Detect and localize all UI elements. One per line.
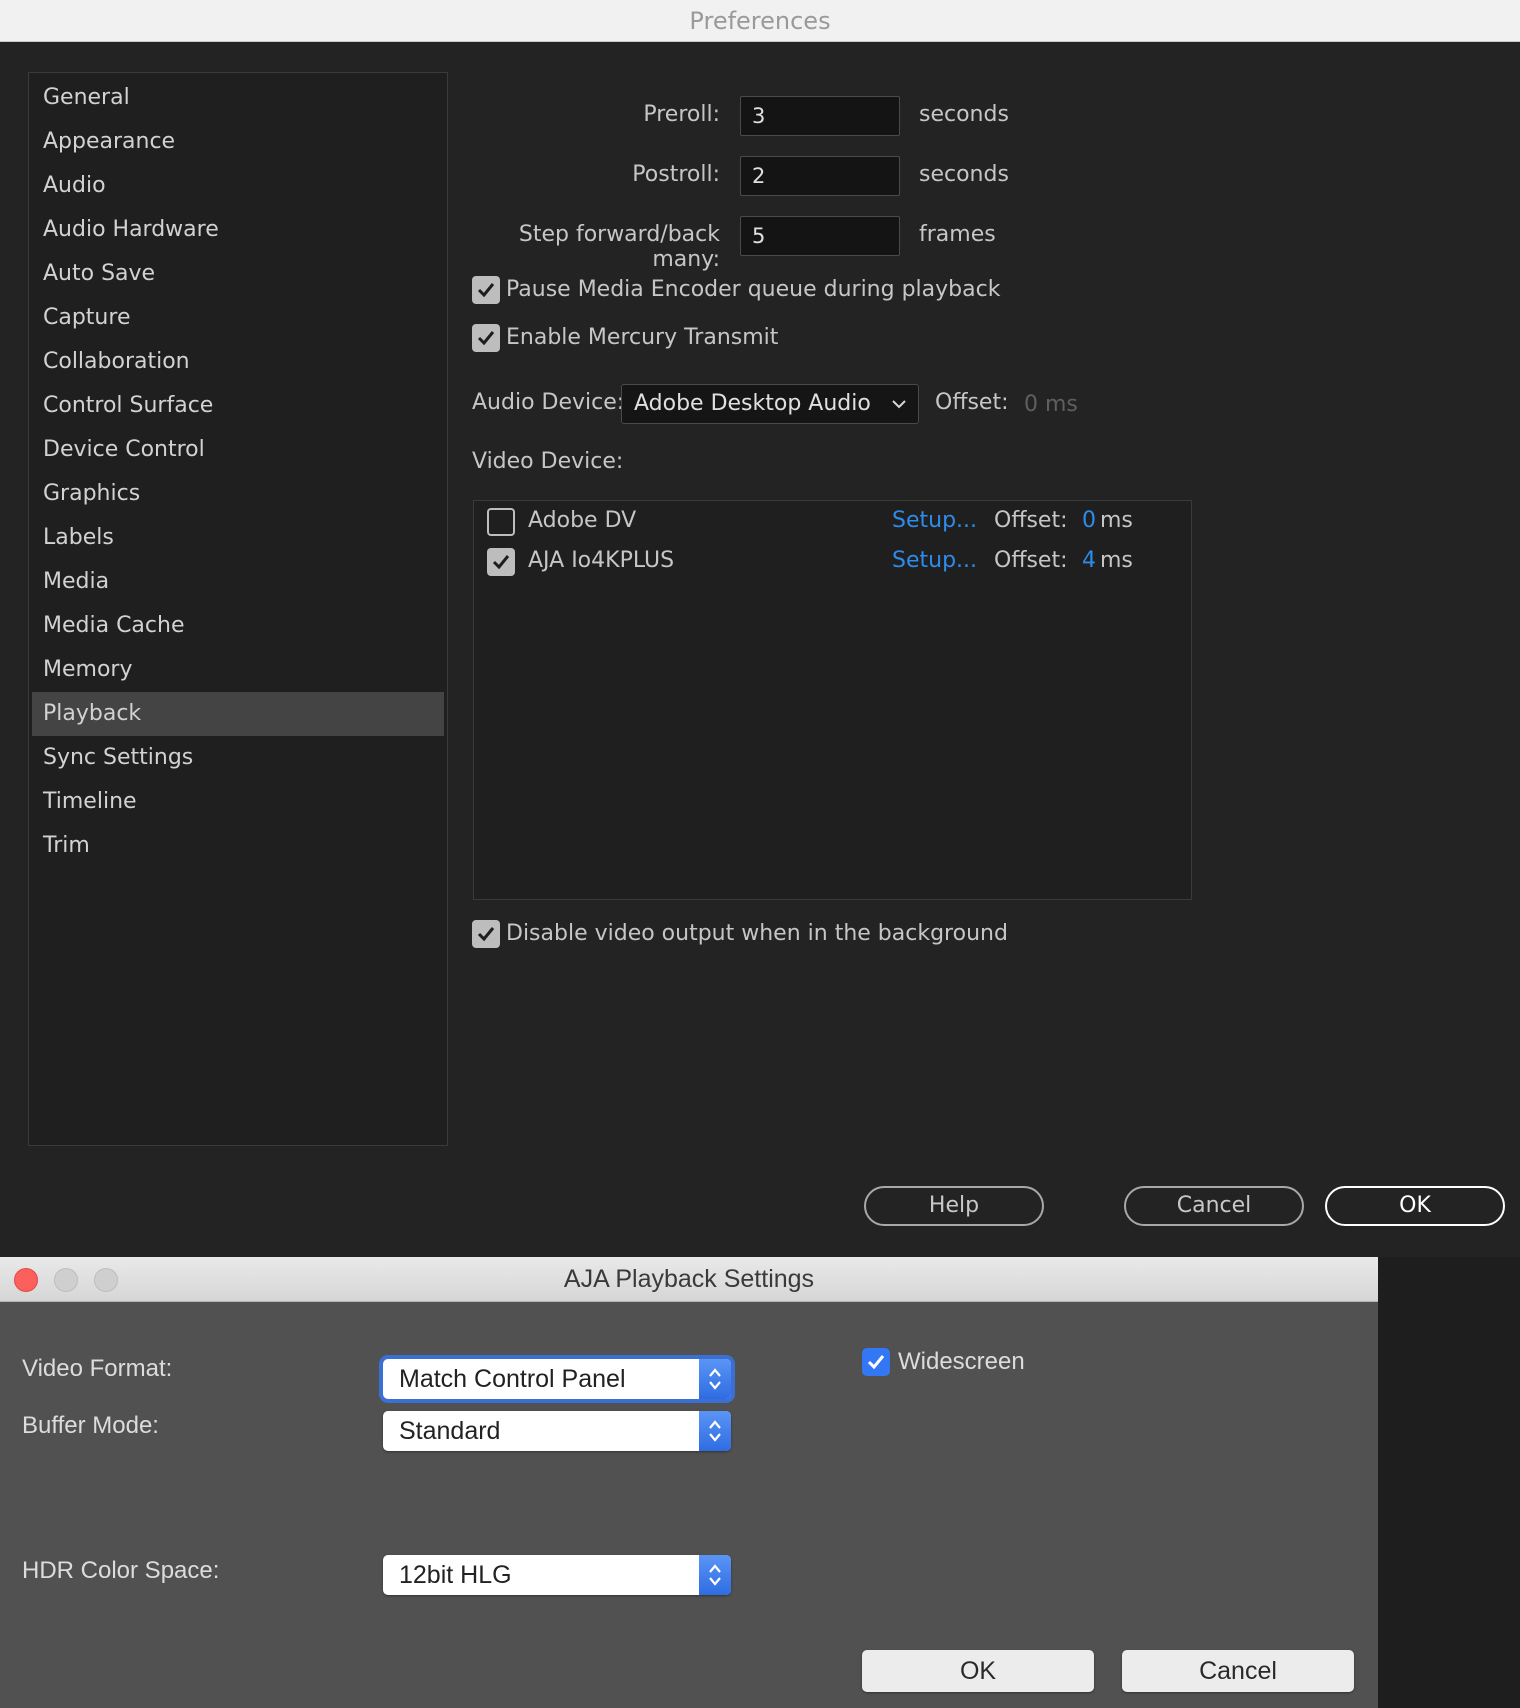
widescreen-checkbox[interactable] bbox=[862, 1348, 890, 1376]
video-device-label: Video Device: bbox=[472, 449, 624, 474]
preroll-label: Preroll: bbox=[643, 102, 720, 127]
pause-encoder-checkbox[interactable] bbox=[472, 276, 500, 304]
minimize-window-icon[interactable] bbox=[54, 1268, 78, 1292]
aja-dialog-title: AJA Playback Settings bbox=[563, 1265, 815, 1293]
preferences-title-bar[interactable]: Preferences bbox=[0, 0, 1520, 42]
sidebar-item-labels[interactable]: Labels bbox=[32, 516, 444, 560]
zoom-window-icon[interactable] bbox=[94, 1268, 118, 1292]
disable-background-checkbox[interactable] bbox=[472, 920, 500, 948]
preferences-panel: General Appearance Audio Audio Hardware … bbox=[0, 42, 1520, 1257]
sidebar-item-sync-settings[interactable]: Sync Settings bbox=[32, 736, 444, 780]
device-offset-value[interactable]: 4 bbox=[1082, 548, 1096, 573]
device-setup-link[interactable]: Setup... bbox=[892, 508, 977, 533]
sidebar-item-collaboration[interactable]: Collaboration bbox=[32, 340, 444, 384]
aja-ok-button[interactable]: OK bbox=[862, 1650, 1094, 1692]
buffer-mode-select[interactable]: Standard bbox=[383, 1411, 731, 1451]
preroll-unit: seconds bbox=[919, 102, 1009, 127]
step-unit: frames bbox=[919, 222, 996, 247]
device-setup-link[interactable]: Setup... bbox=[892, 548, 977, 573]
device-offset-label: Offset: bbox=[994, 548, 1068, 573]
sidebar-item-audio[interactable]: Audio bbox=[32, 164, 444, 208]
hdr-color-space-label: HDR Color Space: bbox=[22, 1557, 220, 1584]
preroll-input[interactable]: 3 bbox=[740, 96, 900, 136]
postroll-label: Postroll: bbox=[632, 162, 720, 187]
aja-title-bar[interactable]: AJA Playback Settings bbox=[0, 1257, 1378, 1302]
hdr-color-space-select[interactable]: 12bit HLG bbox=[383, 1555, 731, 1595]
close-window-icon[interactable] bbox=[14, 1268, 38, 1292]
video-format-value: Match Control Panel bbox=[399, 1365, 626, 1393]
postroll-unit: seconds bbox=[919, 162, 1009, 187]
aja-cancel-button[interactable]: Cancel bbox=[1122, 1650, 1354, 1692]
chevron-down-icon bbox=[892, 400, 906, 409]
stepper-arrows-icon bbox=[699, 1555, 731, 1595]
buffer-mode-value: Standard bbox=[399, 1417, 501, 1445]
sidebar-item-timeline[interactable]: Timeline bbox=[32, 780, 444, 824]
device-offset-label: Offset: bbox=[994, 508, 1068, 533]
hdr-color-space-value: 12bit HLG bbox=[399, 1561, 512, 1589]
device-name: AJA Io4KPLUS bbox=[528, 548, 675, 573]
stepper-arrows-icon bbox=[699, 1359, 731, 1399]
buffer-mode-label: Buffer Mode: bbox=[22, 1412, 159, 1439]
sidebar-item-memory[interactable]: Memory bbox=[32, 648, 444, 692]
ok-button[interactable]: OK bbox=[1325, 1186, 1505, 1226]
postroll-input[interactable]: 2 bbox=[740, 156, 900, 196]
sidebar-item-auto-save[interactable]: Auto Save bbox=[32, 252, 444, 296]
disable-background-label: Disable video output when in the backgro… bbox=[506, 921, 1008, 946]
sidebar-item-media-cache[interactable]: Media Cache bbox=[32, 604, 444, 648]
cancel-button[interactable]: Cancel bbox=[1124, 1186, 1304, 1226]
sidebar-item-general[interactable]: General bbox=[32, 76, 444, 120]
checkmark-icon bbox=[477, 331, 495, 346]
mercury-transmit-checkbox[interactable] bbox=[472, 324, 500, 352]
step-label: Step forward/back many: bbox=[518, 222, 720, 272]
sidebar-item-audio-hardware[interactable]: Audio Hardware bbox=[32, 208, 444, 252]
sidebar-item-media[interactable]: Media bbox=[32, 560, 444, 604]
audio-offset-label: Offset: bbox=[935, 390, 1009, 415]
device-offset-unit: ms bbox=[1100, 508, 1133, 533]
preferences-window-title: Preferences bbox=[689, 7, 831, 35]
pause-encoder-label: Pause Media Encoder queue during playbac… bbox=[506, 277, 1001, 302]
device-offset-value[interactable]: 0 bbox=[1082, 508, 1096, 533]
sidebar-item-capture[interactable]: Capture bbox=[32, 296, 444, 340]
checkmark-icon bbox=[477, 283, 495, 298]
video-format-label: Video Format: bbox=[22, 1355, 173, 1382]
preferences-sidebar: General Appearance Audio Audio Hardware … bbox=[28, 72, 448, 1146]
sidebar-item-trim[interactable]: Trim bbox=[32, 824, 444, 868]
video-format-select[interactable]: Match Control Panel bbox=[383, 1359, 731, 1399]
step-input[interactable]: 5 bbox=[740, 216, 900, 256]
video-device-list: Adobe DV Setup... Offset: 0 ms AJA Io4KP… bbox=[473, 500, 1192, 900]
stepper-arrows-icon bbox=[699, 1411, 731, 1451]
sidebar-item-appearance[interactable]: Appearance bbox=[32, 120, 444, 164]
help-button[interactable]: Help bbox=[864, 1186, 1044, 1226]
sidebar-item-control-surface[interactable]: Control Surface bbox=[32, 384, 444, 428]
sidebar-item-playback[interactable]: Playback bbox=[32, 692, 444, 736]
device-name: Adobe DV bbox=[528, 508, 637, 533]
checkmark-icon bbox=[477, 927, 495, 942]
device-offset-unit: ms bbox=[1100, 548, 1133, 573]
audio-device-label: Audio Device: bbox=[472, 390, 625, 415]
audio-device-value: Adobe Desktop Audio bbox=[634, 391, 871, 416]
checkmark-icon bbox=[492, 555, 510, 570]
audio-device-dropdown[interactable]: Adobe Desktop Audio bbox=[621, 384, 919, 424]
checkmark-icon bbox=[867, 1355, 885, 1370]
device-checkbox-aja[interactable] bbox=[487, 548, 515, 576]
device-checkbox-adobe-dv[interactable] bbox=[487, 508, 515, 536]
widescreen-label: Widescreen bbox=[898, 1348, 1025, 1375]
aja-playback-settings-dialog: AJA Playback Settings Video Format: Matc… bbox=[0, 1257, 1378, 1708]
sidebar-item-device-control[interactable]: Device Control bbox=[32, 428, 444, 472]
sidebar-item-graphics[interactable]: Graphics bbox=[32, 472, 444, 516]
audio-offset-value: 0 ms bbox=[1024, 392, 1078, 417]
mercury-transmit-label: Enable Mercury Transmit bbox=[506, 325, 779, 350]
